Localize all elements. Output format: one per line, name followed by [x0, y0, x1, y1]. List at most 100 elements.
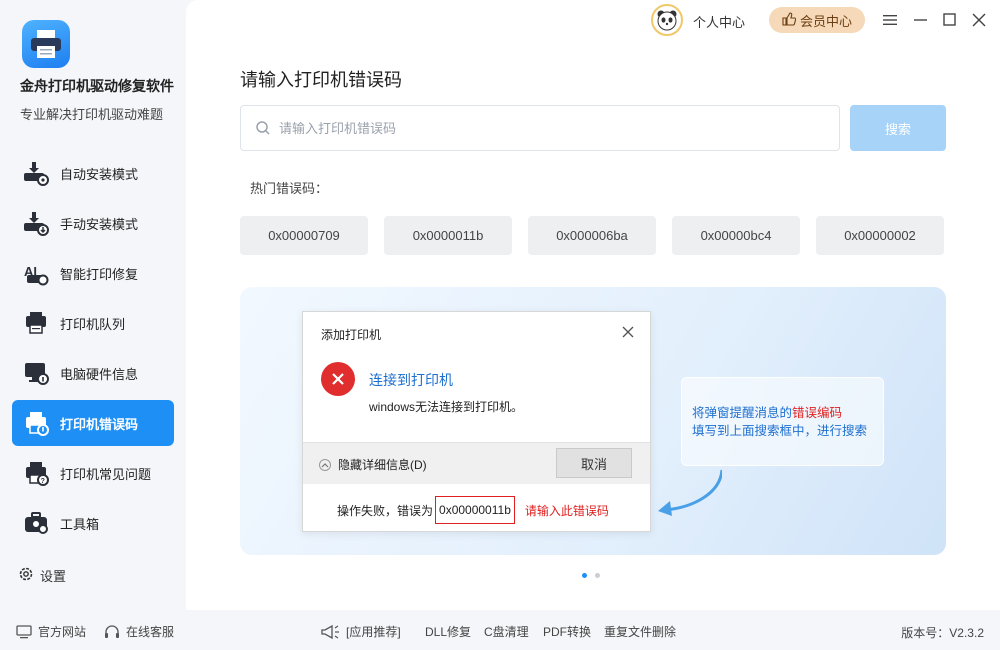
app-subtitle: 专业解决打印机驱动难题: [20, 107, 164, 122]
app-name: 金舟打印机驱动修复软件: [20, 78, 174, 94]
app-link-pdf[interactable]: PDF转换: [543, 623, 591, 640]
tip-line-2: 填写到上面搜索框中，进行搜索: [692, 424, 868, 438]
sidebar-item-smart-repair[interactable]: AI 智能打印修复: [12, 250, 174, 296]
headset-icon: [105, 624, 119, 638]
personal-center-link[interactable]: 个人中心: [693, 12, 745, 31]
dialog-cancel-button: 取消: [556, 448, 632, 478]
sidebar-item-label: 智能打印修复: [60, 266, 139, 282]
hot-code-chip[interactable]: 0x0000011b: [384, 216, 512, 255]
search-box[interactable]: [240, 105, 840, 151]
sidebar-menu: 自动安装模式 手动安装模式 AI 智能打印修复 打印机队列 电脑硬件信息 打印机…: [12, 150, 174, 550]
dialog-button-bar: 隐藏详细信息(D) 取消: [303, 442, 650, 484]
carousel-dot[interactable]: [595, 573, 600, 578]
tip-highlight: 错误编码: [792, 406, 843, 420]
auto-install-icon: [22, 159, 50, 187]
tip-box: 将弹窗提醒消息的错误编码 填写到上面搜索框中，进行搜索: [681, 377, 884, 466]
search-input[interactable]: [279, 120, 819, 136]
failure-prefix: 操作失败，错误为: [337, 503, 434, 518]
maximize-icon: [943, 13, 956, 26]
close-button[interactable]: [969, 10, 989, 30]
details-toggle: 隐藏详细信息(D): [319, 456, 427, 473]
printer-faq-icon: ?: [22, 459, 50, 487]
curved-arrow-icon: [658, 469, 722, 516]
settings-label: 设置: [40, 569, 67, 584]
search-icon: [256, 121, 270, 135]
sidebar-item-manual-install[interactable]: 手动安装模式: [12, 200, 174, 246]
thumbs-up-icon: [782, 11, 797, 29]
app-logo: [22, 20, 70, 68]
sidebar-item-toolbox[interactable]: 工具箱: [12, 500, 174, 546]
hardware-info-icon: [22, 359, 50, 387]
close-icon: [622, 326, 634, 338]
hot-code-chip[interactable]: 0x00000bc4: [672, 216, 800, 255]
app-link-duplicate[interactable]: 重复文件删除: [604, 623, 676, 640]
sidebar-item-printer-error[interactable]: 打印机错误码: [12, 400, 174, 446]
sidebar-item-label: 打印机错误码: [60, 416, 139, 432]
printer-queue-icon: [22, 309, 50, 337]
sample-error-dialog: 添加打印机 连接到打印机 windows无法连接到打印机。 隐藏详细信息(D) …: [302, 311, 651, 532]
megaphone-icon: [321, 624, 339, 639]
hot-code-chip[interactable]: 0x00000709: [240, 216, 368, 255]
printer-logo-icon: [31, 30, 61, 58]
minimize-icon: [914, 19, 927, 21]
panda-avatar-icon: [657, 10, 677, 31]
failure-hint: 请输入此错误码: [524, 503, 609, 518]
gear-icon: [18, 566, 34, 585]
official-site-link[interactable]: 官方网站: [16, 623, 86, 640]
search-button[interactable]: 搜索: [850, 105, 946, 151]
smart-repair-icon: AI: [22, 259, 50, 287]
version-label: 版本号：V2.3.2: [901, 626, 984, 640]
failure-code: 0x00000011b: [435, 496, 515, 524]
settings-button[interactable]: 设置: [18, 566, 66, 585]
hot-code-chip[interactable]: 0x000006ba: [528, 216, 656, 255]
sidebar-item-printer-faq[interactable]: ? 打印机常见问题: [12, 450, 174, 496]
sidebar-item-label: 电脑硬件信息: [60, 366, 139, 382]
recommend-label: [应用推荐]: [320, 623, 401, 640]
toolbox-icon: [22, 509, 50, 537]
recommend-text: [应用推荐]: [346, 625, 401, 639]
vip-center-button[interactable]: 会员中心: [769, 7, 865, 33]
error-heading: 连接到打印机: [369, 372, 453, 388]
close-icon: [972, 13, 986, 27]
official-site-label: 官方网站: [38, 625, 87, 639]
error-message: windows无法连接到打印机。: [369, 400, 524, 414]
app-link-dll[interactable]: DLL修复: [425, 623, 471, 640]
tip-line-1: 将弹窗提醒消息的错误编码: [692, 404, 883, 422]
menu-button[interactable]: [880, 10, 900, 30]
hot-codes-list: 0x00000709 0x0000011b 0x000006ba 0x00000…: [240, 216, 944, 255]
sidebar-item-auto-install[interactable]: 自动安装模式: [12, 150, 174, 196]
vip-center-label: 会员中心: [799, 13, 852, 29]
hamburger-icon: [883, 15, 897, 25]
sidebar-item-label: 自动安装模式: [60, 166, 139, 182]
sidebar-item-hardware-info[interactable]: 电脑硬件信息: [12, 350, 174, 396]
sidebar-item-label: 打印机常见问题: [60, 466, 152, 482]
sidebar-item-label: 工具箱: [60, 516, 100, 532]
app-link-c-clean[interactable]: C盘清理: [484, 623, 529, 640]
minimize-button[interactable]: [911, 10, 931, 30]
hot-codes-label: 热门错误码：: [250, 181, 329, 196]
tip-text: 将弹窗提醒消息的: [692, 406, 793, 420]
error-icon: [321, 362, 355, 396]
carousel-dot[interactable]: [582, 573, 587, 578]
main-panel: 请输入打印机错误码 搜索 热门错误码： 0x00000709 0x0000011…: [186, 0, 1000, 610]
sidebar-item-label: 打印机队列: [60, 316, 126, 332]
manual-install-icon: [22, 209, 50, 237]
chevron-up-icon: [319, 458, 331, 471]
svg-text:?: ?: [41, 478, 45, 485]
monitor-icon: [16, 624, 32, 638]
sidebar-item-label: 手动安装模式: [60, 216, 139, 232]
bottom-bar: 官方网站 在线客服 [应用推荐] DLL修复 C盘清理 PDF转换 重复文件删除…: [0, 610, 1000, 650]
carousel-dots: [582, 573, 600, 578]
avatar[interactable]: [651, 4, 683, 36]
online-service-link[interactable]: 在线客服: [104, 623, 174, 640]
failure-line: 操作失败，错误为 0x00000011b 请输入此错误码: [337, 496, 609, 524]
details-toggle-label: 隐藏详细信息(D): [338, 458, 427, 472]
hot-code-chip[interactable]: 0x00000002: [816, 216, 944, 255]
sidebar-item-printer-queue[interactable]: 打印机队列: [12, 300, 174, 346]
sidebar: 金舟打印机驱动修复软件 专业解决打印机驱动难题 自动安装模式 手动安装模式 AI…: [0, 0, 186, 610]
printer-error-icon: [22, 409, 50, 437]
dialog-title: 添加打印机: [321, 328, 382, 342]
page-title: 请输入打印机错误码: [240, 70, 402, 90]
maximize-button[interactable]: [940, 10, 960, 30]
online-service-label: 在线客服: [126, 625, 175, 639]
